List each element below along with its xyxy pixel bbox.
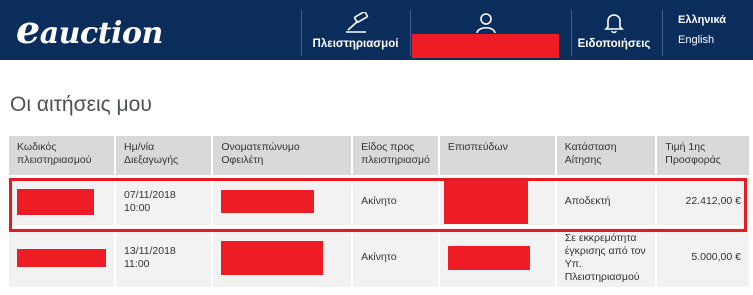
logo-e: e bbox=[16, 7, 40, 52]
nav-notifications-label: Ειδοποιήσεις bbox=[577, 38, 651, 50]
page-title: Οι αιτήσεις μου bbox=[10, 93, 152, 116]
col-header-expediter[interactable]: Επισπεύδων bbox=[439, 136, 557, 175]
nav-divider bbox=[662, 10, 663, 56]
cell-date: 07/11/2018 10:00 bbox=[116, 175, 214, 225]
logo-text: auction bbox=[39, 16, 164, 51]
cell-expediter bbox=[439, 225, 557, 287]
cell-item-type: Ακίνητο bbox=[353, 175, 440, 225]
cell-date-value: 07/11/2018 bbox=[124, 188, 176, 201]
col-header-first-bid-price[interactable]: Τιμή 1ης Προσφοράς bbox=[657, 136, 749, 175]
cell-status: Αποδεκτή bbox=[556, 175, 658, 225]
redacted-username bbox=[412, 34, 559, 58]
cell-time-value: 10:00 bbox=[124, 201, 151, 214]
cell-debtor-name bbox=[213, 225, 354, 287]
cell-status: Σε εκκρεμότητα έγκρισης από τον Υπ. Πλει… bbox=[556, 225, 658, 287]
top-navigation-bar: eauction Πλειστηριασμοί Ειδοποιήσεις Ελλ… bbox=[0, 0, 753, 60]
redacted-auction-code bbox=[17, 188, 94, 215]
bell-icon bbox=[572, 12, 656, 34]
cell-first-bid-price: 5.000,00 € bbox=[657, 225, 749, 287]
redacted-auction-code bbox=[17, 248, 106, 267]
cell-item-type: Ακίνητο bbox=[353, 225, 440, 287]
cell-time-value: 11:00 bbox=[124, 257, 150, 270]
eauction-logo[interactable]: eauction bbox=[16, 10, 163, 54]
redacted-expediter bbox=[443, 179, 528, 224]
nav-auctions[interactable]: Πλειστηριασμοί bbox=[302, 0, 409, 60]
lang-english[interactable]: English bbox=[678, 34, 714, 46]
user-icon bbox=[411, 12, 561, 34]
redacted-expediter bbox=[447, 245, 530, 270]
table-row[interactable]: 13/11/2018 11:00 Ακίνητο Σε εκκρεμότητα … bbox=[9, 225, 749, 287]
col-header-debtor-name[interactable]: Ονοματεπώνυμο Οφειλέτη bbox=[213, 136, 354, 175]
cell-auction-code[interactable] bbox=[9, 225, 116, 287]
col-header-status[interactable]: Κατάσταση Αίτησης bbox=[556, 136, 658, 175]
col-header-item-type[interactable]: Είδος προς πλειστηριασμό bbox=[353, 136, 440, 175]
cell-date: 13/11/2018 11:00 bbox=[116, 225, 214, 287]
cell-debtor-name bbox=[213, 175, 354, 225]
col-header-date[interactable]: Ημ/νία Διεξαγωγής bbox=[116, 136, 214, 175]
redacted-debtor-name bbox=[221, 240, 324, 275]
nav-auctions-label: Πλειστηριασμοί bbox=[312, 38, 399, 50]
applications-table: Κωδικός πλειστηριασμού Ημ/νία Διεξαγωγής… bbox=[9, 136, 749, 287]
gavel-icon bbox=[302, 10, 409, 34]
lang-greek[interactable]: Ελληνικά bbox=[678, 14, 726, 26]
cell-expediter bbox=[439, 175, 557, 225]
table-row[interactable]: 07/11/2018 10:00 Ακίνητο Αποδεκτή 22.412… bbox=[9, 175, 749, 225]
cell-date-value: 13/11/2018 bbox=[124, 244, 176, 257]
nav-notifications[interactable]: Ειδοποιήσεις bbox=[572, 0, 656, 60]
cell-first-bid-price: 22.412,00 € bbox=[657, 175, 749, 225]
redacted-debtor-name bbox=[221, 190, 315, 213]
col-header-auction-code[interactable]: Κωδικός πλειστηριασμού bbox=[9, 136, 116, 175]
table-header-row: Κωδικός πλειστηριασμού Ημ/νία Διεξαγωγής… bbox=[9, 136, 749, 175]
cell-auction-code[interactable] bbox=[9, 175, 116, 225]
